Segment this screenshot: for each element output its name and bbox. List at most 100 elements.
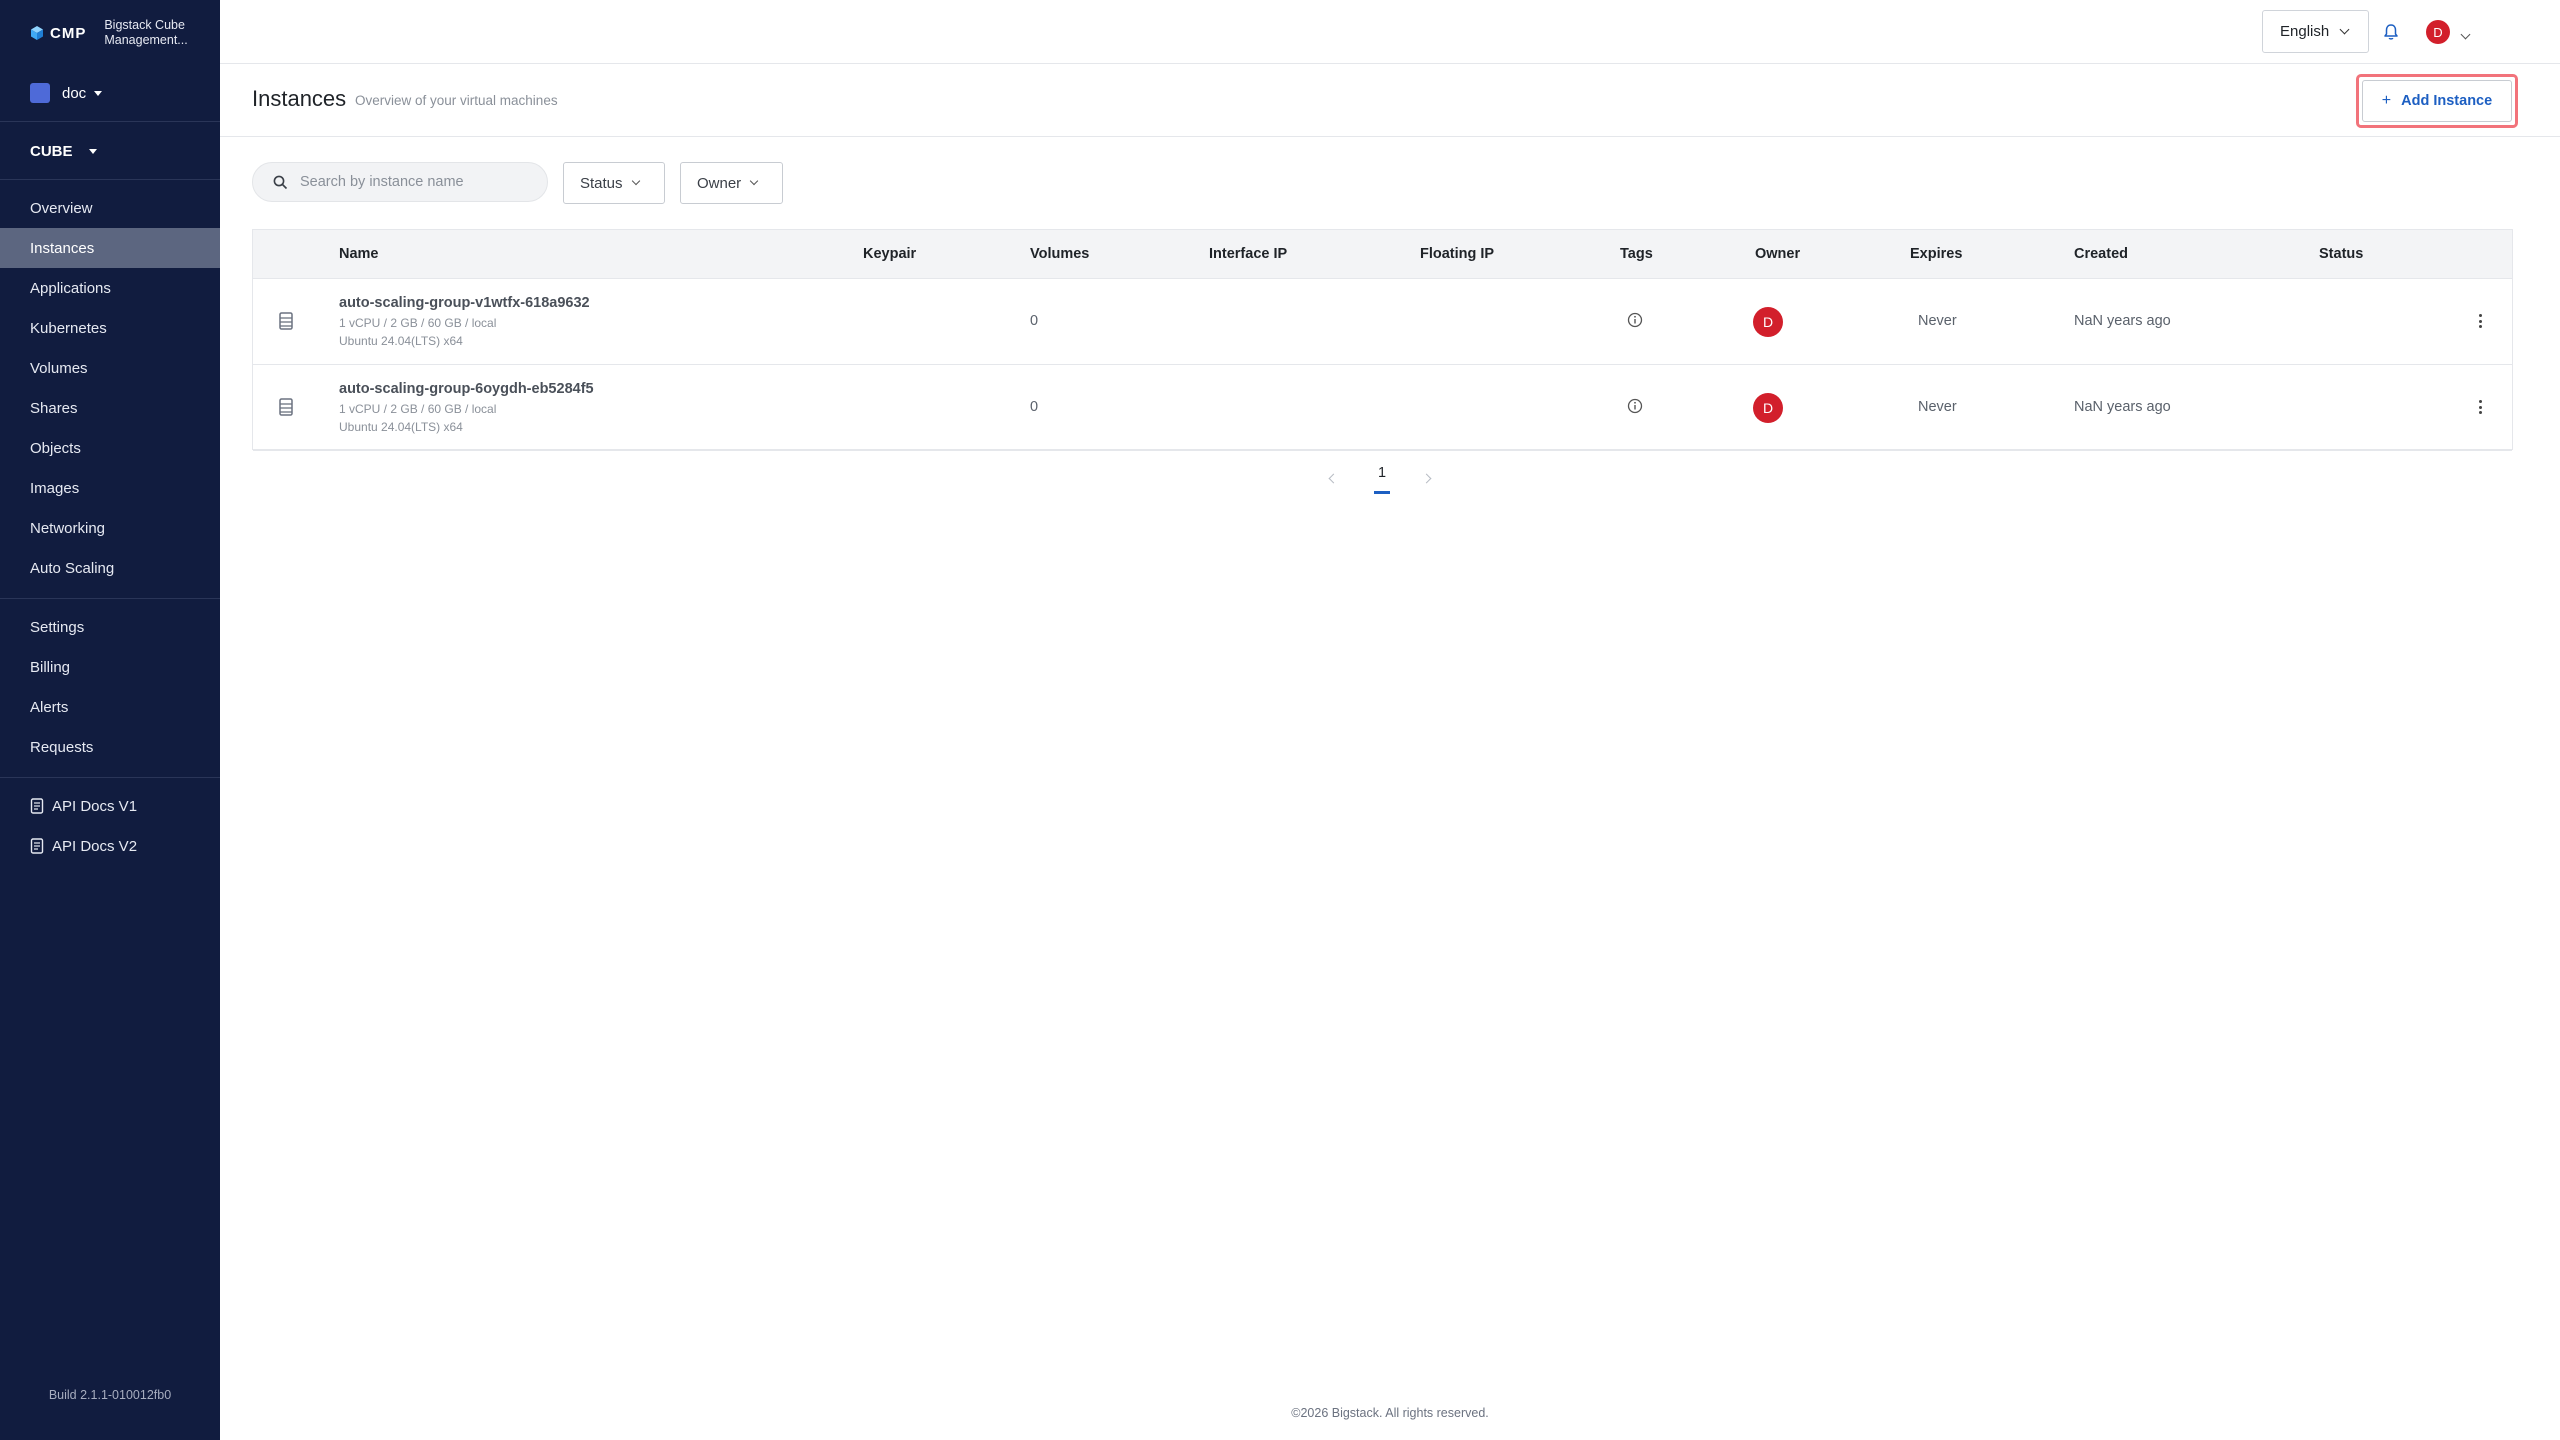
nav-item-api-docs-v2[interactable]: API Docs V2: [0, 826, 220, 866]
column-header-floating-ip[interactable]: Floating IP: [1420, 246, 1494, 262]
nav-item-kubernetes[interactable]: Kubernetes: [0, 308, 220, 348]
language-value: English: [2280, 23, 2330, 40]
nav-item-api-docs-v1[interactable]: API Docs V1: [0, 786, 220, 826]
instance-name-link[interactable]: auto-scaling-group-v1wtfx-618a9632: [339, 295, 590, 311]
owner-avatar: D: [1753, 307, 1783, 337]
nav-item-applications[interactable]: Applications: [0, 268, 220, 308]
column-header-created[interactable]: Created: [2074, 246, 2128, 262]
chevron-down-icon: [2460, 29, 2471, 40]
info-icon[interactable]: [1627, 312, 1643, 328]
chevron-down-icon: [631, 176, 640, 186]
search-input[interactable]: [300, 174, 530, 190]
divider: [0, 121, 220, 122]
org-selector[interactable]: doc: [30, 82, 103, 104]
column-header-tags[interactable]: Tags: [1620, 246, 1653, 262]
column-header-volumes[interactable]: Volumes: [1030, 246, 1089, 262]
add-instance-highlight: + Add Instance: [2356, 74, 2518, 128]
divider: [0, 598, 220, 599]
bell-icon[interactable]: [2381, 22, 2401, 42]
chevron-left-icon: [1328, 473, 1339, 484]
owner-avatar: D: [1753, 393, 1783, 423]
pagination-active-indicator: [1374, 491, 1390, 494]
table-row[interactable]: auto-scaling-group-6oygdh-eb5284f5 1 vCP…: [253, 365, 2512, 451]
created-cell: NaN years ago: [2074, 399, 2171, 415]
created-cell: NaN years ago: [2074, 313, 2171, 329]
column-header-interface-ip[interactable]: Interface IP: [1209, 246, 1287, 262]
document-icon: [30, 838, 44, 854]
column-header-expires[interactable]: Expires: [1910, 246, 1962, 262]
page-header: Instances Overview of your virtual machi…: [220, 64, 2560, 137]
status-filter[interactable]: Status: [563, 162, 665, 204]
plus-icon: +: [2381, 92, 2392, 109]
caret-down-icon: [88, 148, 97, 154]
nav-item-settings[interactable]: Settings: [0, 607, 220, 647]
org-name: doc: [62, 84, 87, 102]
nav-item-label: API Docs V2: [52, 837, 138, 855]
nav-item-shares[interactable]: Shares: [0, 388, 220, 428]
table-header: Name Keypair Volumes Interface IP Floati…: [253, 230, 2512, 279]
divider: [0, 777, 220, 778]
status-filter-label: Status: [580, 174, 623, 192]
brand-short: CMP: [50, 24, 87, 42]
topbar: [220, 0, 2560, 64]
user-avatar[interactable]: D: [2426, 20, 2450, 44]
chevron-down-icon: [2339, 24, 2350, 35]
instance-os: Ubuntu 24.04(LTS) x64: [339, 420, 463, 434]
instance-spec: 1 vCPU / 2 GB / 60 GB / local: [339, 402, 497, 416]
server-icon: [279, 398, 293, 416]
table-row[interactable]: auto-scaling-group-v1wtfx-618a9632 1 vCP…: [253, 279, 2512, 365]
chevron-right-icon: [1421, 473, 1432, 484]
nav-item-instances[interactable]: Instances: [0, 228, 220, 268]
document-icon: [30, 798, 44, 814]
info-icon[interactable]: [1627, 398, 1643, 414]
nav-item-auto-scaling[interactable]: Auto Scaling: [0, 548, 220, 588]
volumes-cell: 0: [1030, 313, 1039, 329]
column-header-status[interactable]: Status: [2319, 246, 2363, 262]
more-actions-icon[interactable]: [2477, 397, 2483, 417]
more-actions-icon[interactable]: [2477, 311, 2483, 331]
owner-filter-label: Owner: [697, 174, 742, 192]
sidebar: CMP Bigstack Cube Management... doc CUBE…: [0, 0, 220, 1440]
search-box: [252, 162, 548, 202]
pagination-next[interactable]: [1421, 469, 1432, 487]
owner-filter[interactable]: Owner: [680, 162, 783, 204]
cube-logo-icon: [31, 26, 43, 40]
expires-cell: Never: [1918, 399, 1957, 415]
instance-spec: 1 vCPU / 2 GB / 60 GB / local: [339, 316, 497, 330]
pagination-page[interactable]: 1: [1374, 465, 1390, 481]
build-version: Build 2.1.1-010012fb0: [48, 1388, 172, 1402]
server-icon: [279, 312, 293, 330]
add-instance-label: Add Instance: [2401, 93, 2493, 109]
nav-item-label: API Docs V1: [52, 797, 138, 815]
nav-item-billing[interactable]: Billing: [0, 647, 220, 687]
divider: [0, 179, 220, 180]
org-icon: [30, 83, 50, 103]
expires-cell: Never: [1918, 313, 1957, 329]
column-header-keypair[interactable]: Keypair: [863, 246, 916, 262]
column-header-name[interactable]: Name: [339, 246, 379, 262]
brand-name: Bigstack Cube Management...: [104, 18, 188, 47]
instance-os: Ubuntu 24.04(LTS) x64: [339, 334, 463, 348]
user-menu-toggle[interactable]: [2460, 25, 2471, 43]
instance-name-link[interactable]: auto-scaling-group-6oygdh-eb5284f5: [339, 381, 594, 397]
nav-item-requests[interactable]: Requests: [0, 727, 220, 767]
add-instance-button[interactable]: + Add Instance: [2362, 80, 2512, 122]
project-name: CUBE: [30, 142, 73, 160]
nav-item-alerts[interactable]: Alerts: [0, 687, 220, 727]
nav-item-images[interactable]: Images: [0, 468, 220, 508]
footer-copyright: ©2026 Bigstack. All rights reserved.: [1291, 1406, 1489, 1420]
nav-item-overview[interactable]: Overview: [0, 188, 220, 228]
nav-item-networking[interactable]: Networking: [0, 508, 220, 548]
brand[interactable]: CMP Bigstack Cube Management...: [30, 16, 204, 50]
volumes-cell: 0: [1030, 399, 1039, 415]
nav-item-objects[interactable]: Objects: [0, 428, 220, 468]
nav-item-volumes[interactable]: Volumes: [0, 348, 220, 388]
search-icon: [273, 175, 288, 189]
chevron-down-icon: [749, 176, 759, 186]
pagination-prev[interactable]: [1328, 469, 1339, 487]
column-header-owner[interactable]: Owner: [1755, 246, 1800, 262]
project-selector[interactable]: CUBE: [30, 140, 97, 162]
caret-down-icon: [94, 90, 103, 96]
instances-table: Name Keypair Volumes Interface IP Floati…: [252, 229, 2513, 451]
language-select[interactable]: English: [2262, 10, 2369, 53]
